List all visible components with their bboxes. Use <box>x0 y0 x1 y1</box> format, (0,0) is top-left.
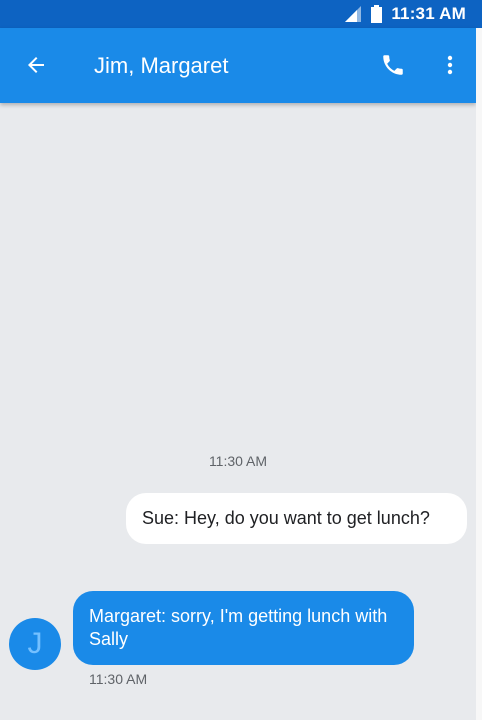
arrow-back-icon <box>28 57 44 73</box>
messaging-screen: 11:31 AM Jim, Margaret 11:30 AM Sue: Hey… <box>0 0 482 720</box>
outgoing-message-bubble[interactable]: Sue: Hey, do you want to get lunch? <box>126 493 467 544</box>
phone-icon <box>383 55 403 75</box>
call-button[interactable] <box>373 45 413 85</box>
message-timestamp: 11:30 AM <box>208 453 268 469</box>
back-button[interactable] <box>16 45 56 85</box>
incoming-message-bubble[interactable]: Margaret: sorry, I'm getting lunch with … <box>73 591 414 665</box>
app-bar: Jim, Margaret <box>0 28 476 103</box>
conversation-title: Jim, Margaret <box>94 53 229 78</box>
more-vert-icon <box>447 55 453 75</box>
battery-icon <box>371 5 383 23</box>
message-list[interactable]: 11:30 AM Sue: Hey, do you want to get lu… <box>0 103 476 720</box>
signal-icon <box>345 6 362 22</box>
message-timestamp: 11:30 AM <box>89 671 148 687</box>
status-bar: 11:31 AM <box>0 0 482 28</box>
screen-edge <box>476 28 482 720</box>
sender-avatar[interactable]: J <box>9 618 61 670</box>
status-time: 11:31 AM <box>391 4 466 23</box>
more-options-button[interactable] <box>430 45 470 85</box>
